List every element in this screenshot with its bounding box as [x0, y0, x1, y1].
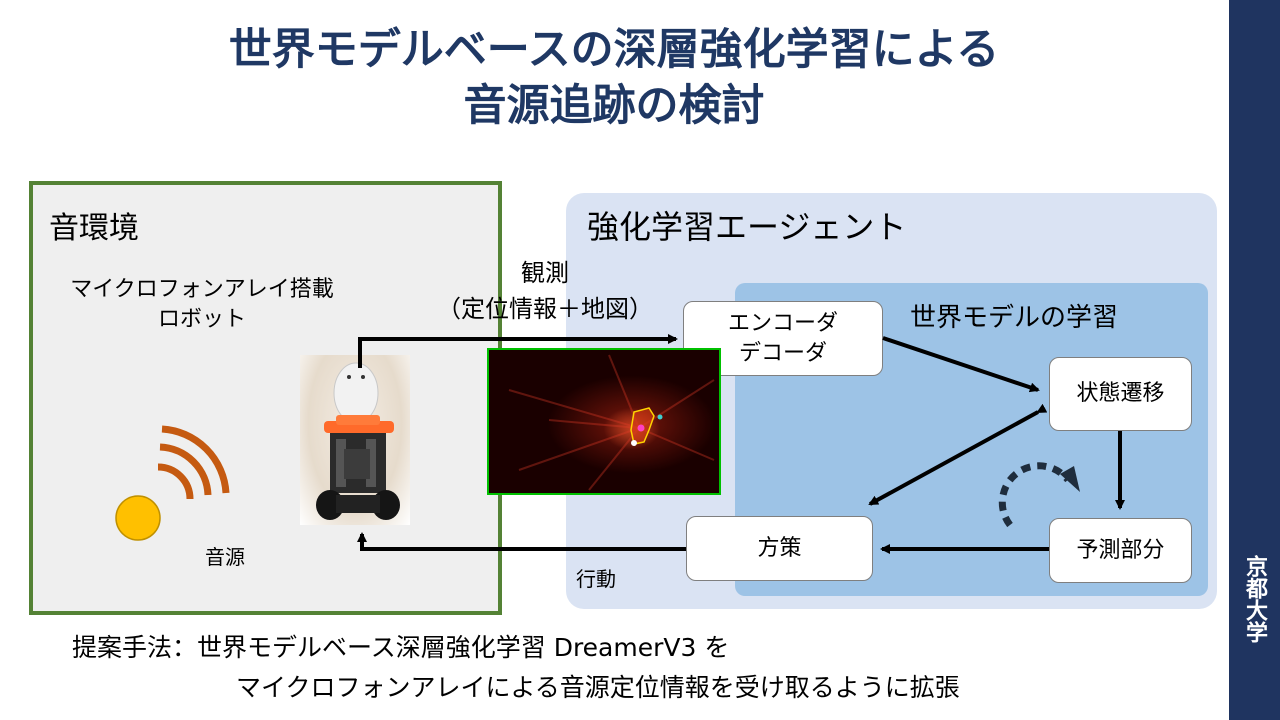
caption-line-1: 提案手法：世界モデルベース深層強化学習 DreamerV3 を — [72, 633, 730, 662]
action-arrow — [357, 532, 686, 551]
transition-policy-double-arrow — [868, 403, 1048, 506]
cycle-arrow-icon — [998, 462, 1071, 528]
encoder-to-transition-arrow — [882, 336, 1040, 393]
university-band: 京都大学 — [1229, 0, 1280, 720]
university-name: 京都大学 — [1242, 555, 1268, 643]
diagram-arrows — [357, 334, 1125, 554]
caption-line-2: マイクロフォンアレイによる音源定位情報を受け取るように拡張 — [236, 673, 960, 702]
observation-arrow — [358, 334, 678, 368]
method-caption: 提案手法：世界モデルベース深層強化学習 DreamerV3 を マイクロフォンア… — [72, 628, 960, 708]
